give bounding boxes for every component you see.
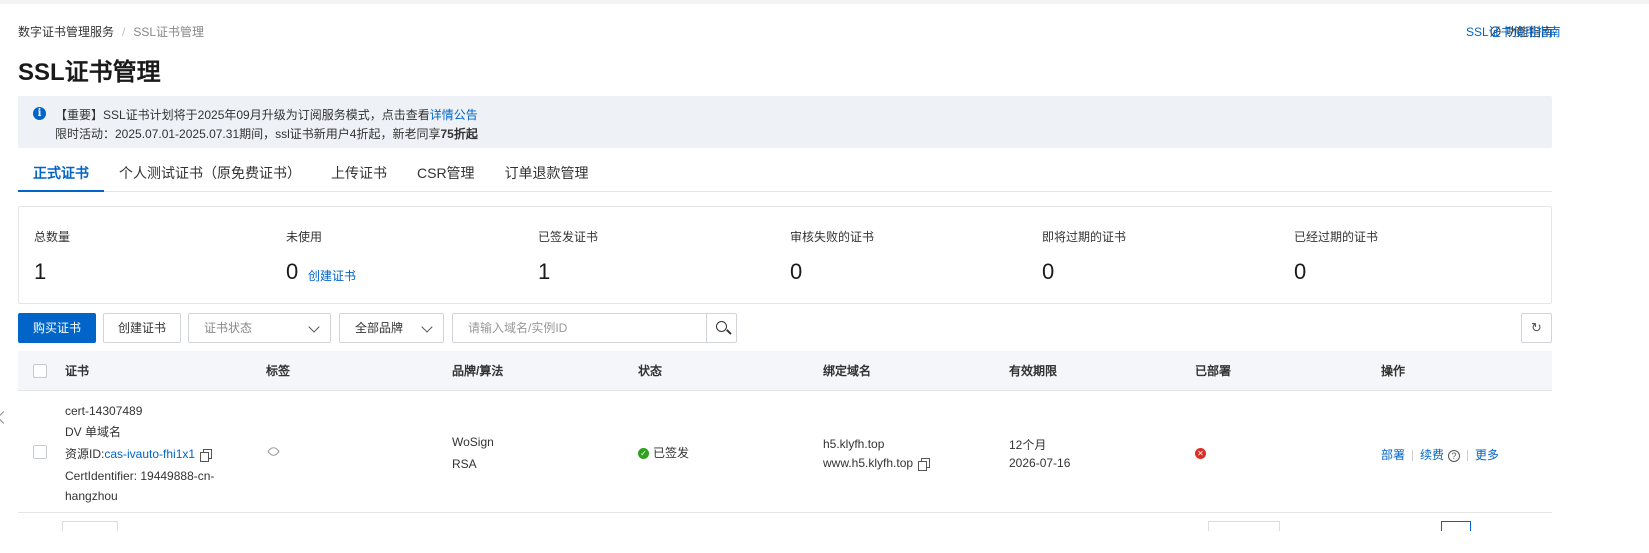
breadcrumb-current: SSL证书管理 bbox=[133, 25, 205, 39]
column-header: 品牌/算法 bbox=[452, 364, 504, 378]
error-circle-icon: ✕ bbox=[1195, 448, 1206, 459]
status-select-placeholder: 证书状态 bbox=[204, 321, 253, 335]
more-link[interactable]: 更多 bbox=[1475, 448, 1499, 462]
status-badge: ✓ 已签发 bbox=[638, 444, 689, 461]
toolbar: 购买证书 创建证书 证书状态 全部品牌 请输入域名/实例ID ↻ bbox=[18, 313, 1552, 343]
column-header: 有效期限 bbox=[1009, 364, 1058, 378]
notice-discount: 75折起 bbox=[440, 127, 478, 141]
search-icon bbox=[716, 321, 727, 332]
brand-select-value: 全部品牌 bbox=[355, 321, 404, 335]
chevron-down-icon bbox=[421, 321, 433, 333]
notice-text-1: 【重要】SSL证书计划将于2025年09月升级为订阅服务模式，点击查看 bbox=[55, 108, 430, 122]
tag-icon[interactable] bbox=[267, 445, 280, 458]
resource-id-link[interactable]: cas-ivauto-fhi1x1 bbox=[104, 447, 195, 461]
column-header: 状态 bbox=[638, 364, 663, 378]
status-text: 已签发 bbox=[653, 446, 690, 460]
ssl-usage-guide-link[interactable]: SSL证书使用指南 bbox=[1466, 23, 1561, 40]
brand-select[interactable]: 全部品牌 bbox=[339, 313, 444, 343]
stat-label: 未使用 bbox=[286, 230, 323, 244]
row-actions: 部署 续费? 更多 bbox=[1381, 446, 1499, 463]
renew-link[interactable]: 续费 bbox=[1420, 448, 1444, 462]
stat-value: 0 bbox=[790, 259, 803, 284]
select-all-checkbox[interactable] bbox=[33, 364, 47, 378]
tab-refunds[interactable]: 订单退款管理 bbox=[490, 156, 604, 192]
row-checkbox[interactable] bbox=[33, 445, 47, 459]
tab-test-certs[interactable]: 个人测试证书（原免费证书） bbox=[104, 156, 316, 192]
refresh-icon: ↻ bbox=[1531, 320, 1542, 335]
pagination-size-select[interactable] bbox=[62, 521, 118, 531]
stat-label: 审核失败的证书 bbox=[790, 230, 875, 244]
column-header: 证书 bbox=[65, 364, 90, 378]
cert-name: cert-14307489 bbox=[65, 404, 143, 418]
search-icon-handle bbox=[726, 329, 732, 335]
notice-line-2: 限时活动：2025.07.01-2025.07.31期间，ssl证书新用户4折起… bbox=[55, 125, 478, 142]
copy-icon[interactable] bbox=[200, 449, 213, 463]
stat-value: 0 bbox=[1042, 259, 1055, 284]
cert-type: DV 单域名 bbox=[65, 425, 122, 439]
copy-icon[interactable] bbox=[918, 458, 931, 472]
cert-identifier-cont: hangzhou bbox=[65, 489, 118, 503]
table-row: cert-14307489 DV 单域名 资源ID:cas-ivauto-fhi… bbox=[18, 391, 1552, 513]
stat-label: 总数量 bbox=[34, 230, 71, 244]
create-cert-link[interactable]: 创建证书 bbox=[308, 267, 356, 284]
column-header: 绑定域名 bbox=[823, 364, 872, 378]
stat-value: 1 bbox=[34, 259, 47, 284]
validity-period: 12个月 bbox=[1009, 438, 1047, 452]
tab-formal-certs[interactable]: 正式证书 bbox=[18, 156, 104, 192]
stat-value: 0 bbox=[286, 259, 299, 284]
chevron-down-icon bbox=[308, 321, 320, 333]
stat-value: 0 bbox=[1294, 259, 1307, 284]
cert-identifier: CertIdentifier: 19449888-cn- bbox=[65, 469, 215, 483]
stat-label: 已签发证书 bbox=[538, 230, 599, 244]
pagination-jump-input[interactable] bbox=[1208, 521, 1280, 531]
stats-panel: 总数量 1 未使用 0 创建证书 已签发证书 1 审核失败的证书 0 即将过期的… bbox=[18, 206, 1552, 304]
refresh-button[interactable]: ↻ bbox=[1521, 313, 1552, 343]
deploy-link[interactable]: 部署 bbox=[1381, 448, 1405, 462]
column-header: 已部署 bbox=[1195, 364, 1232, 378]
check-circle-icon: ✓ bbox=[638, 448, 649, 460]
resource-id-prefix: 资源ID: bbox=[65, 447, 105, 461]
page-title: SSL证书管理 bbox=[18, 59, 161, 86]
column-header: 操作 bbox=[1381, 364, 1406, 378]
breadcrumb-root[interactable]: 数字证书管理服务 bbox=[18, 23, 114, 40]
domain-secondary-text: www.h5.klyfh.top bbox=[823, 456, 914, 470]
table-header: 证书 标签 品牌/算法 状态 绑定域名 有效期限 已部署 操作 bbox=[18, 351, 1552, 391]
stat-label: 已经过期的证书 bbox=[1294, 230, 1379, 244]
info-icon: i bbox=[33, 107, 46, 120]
status-select[interactable]: 证书状态 bbox=[188, 313, 331, 343]
resource-id: 资源ID:cas-ivauto-fhi1x1 bbox=[65, 445, 213, 463]
chevron-left-icon[interactable] bbox=[0, 410, 6, 424]
notice-line-1: 【重要】SSL证书计划将于2025年09月升级为订阅服务模式，点击查看详情公告 bbox=[55, 106, 478, 123]
tab-bar: 正式证书 个人测试证书（原免费证书） 上传证书 CSR管理 订单退款管理 bbox=[18, 156, 1552, 192]
breadcrumb-separator: / bbox=[122, 24, 126, 39]
question-icon[interactable]: ? bbox=[1448, 449, 1461, 462]
pagination-current-page[interactable] bbox=[1441, 521, 1471, 531]
column-header: 标签 bbox=[266, 364, 291, 378]
action-divider bbox=[1412, 450, 1414, 462]
search-button[interactable] bbox=[706, 313, 737, 343]
stat-value: 1 bbox=[538, 259, 551, 284]
domain-primary: h5.klyfh.top bbox=[823, 437, 885, 451]
breadcrumb: 数字证书管理服务 / SSL证书管理 bbox=[18, 23, 204, 40]
cert-brand: WoSign bbox=[452, 435, 494, 449]
notice-text-2: 限时活动：2025.07.01-2025.07.31期间，ssl证书新用户4折起… bbox=[55, 127, 441, 141]
top-strip bbox=[0, 0, 1649, 4]
action-divider bbox=[1467, 450, 1469, 462]
tab-csr[interactable]: CSR管理 bbox=[402, 156, 490, 192]
buy-cert-button[interactable]: 购买证书 bbox=[18, 313, 96, 343]
expiry-date: 2026-07-16 bbox=[1009, 456, 1071, 470]
notice-banner: i 【重要】SSL证书计划将于2025年09月升级为订阅服务模式，点击查看详情公… bbox=[18, 96, 1552, 148]
domain-secondary: www.h5.klyfh.top bbox=[823, 456, 931, 472]
stat-label: 即将过期的证书 bbox=[1042, 230, 1127, 244]
create-cert-button[interactable]: 创建证书 bbox=[103, 313, 181, 343]
search-input[interactable]: 请输入域名/实例ID bbox=[452, 313, 706, 343]
notice-detail-link[interactable]: 详情公告 bbox=[430, 108, 478, 122]
tab-upload-cert[interactable]: 上传证书 bbox=[316, 156, 402, 192]
cert-algorithm: RSA bbox=[452, 457, 477, 471]
